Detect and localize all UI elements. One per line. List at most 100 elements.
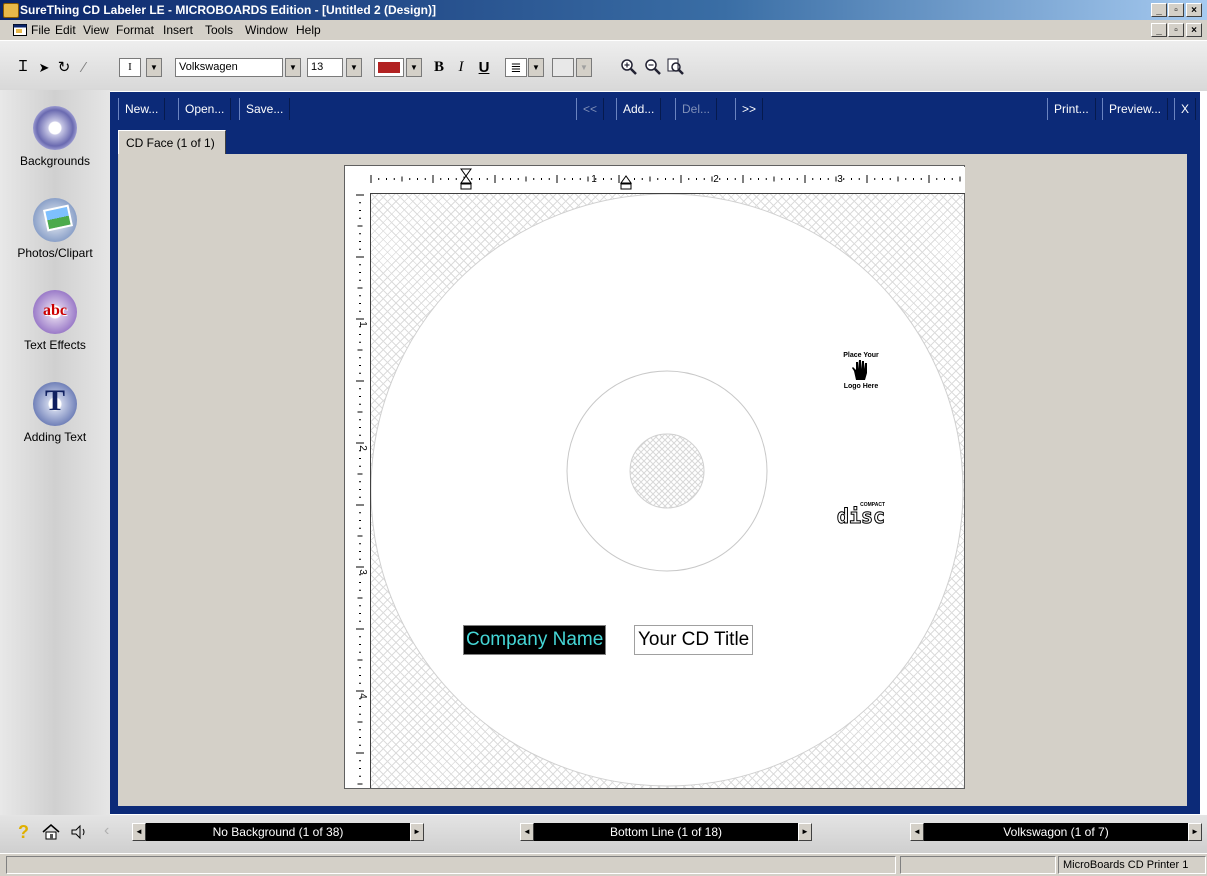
layout-scroller[interactable]: ◄ Bottom Line (1 of 18) ► xyxy=(520,823,812,841)
menu-bar: File Edit View Format Insert Tools Windo… xyxy=(0,20,1207,40)
ruler-label-2: 2 xyxy=(713,174,719,185)
vertical-ruler[interactable]: 1 2 3 4 xyxy=(346,193,371,788)
layout-prev-arrow[interactable]: ◄ xyxy=(520,823,534,841)
photos-clipart-icon xyxy=(33,198,77,242)
disc-text: disc xyxy=(836,504,886,528)
minimize-button[interactable]: _ xyxy=(1151,3,1167,17)
sidebar-item-adding-text[interactable]: T Adding Text xyxy=(0,382,110,444)
background-next-arrow[interactable]: ► xyxy=(410,823,424,841)
back-icon[interactable]: ‹ xyxy=(104,822,109,840)
logo-placeholder[interactable]: Place Your Logo Here xyxy=(826,352,896,390)
print-button[interactable]: Print... xyxy=(1047,98,1096,120)
status-bar: MicroBoards CD Printer 1 xyxy=(0,853,1207,876)
right-indent-marker[interactable] xyxy=(620,175,632,184)
previous-button[interactable]: << xyxy=(576,98,605,120)
background-scroller-label: No Background (1 of 38) xyxy=(146,823,410,841)
background-scroller[interactable]: ◄ No Background (1 of 38) ► xyxy=(132,823,424,841)
vruler-label-4: 4 xyxy=(357,693,368,699)
sidebar-label-text-effects: Text Effects xyxy=(24,338,86,352)
help-icon[interactable]: ? xyxy=(18,822,29,843)
font-next-arrow[interactable]: ► xyxy=(1188,823,1202,841)
underline-button[interactable]: U xyxy=(476,58,492,77)
italic-button[interactable]: I xyxy=(453,58,469,77)
pointer-icon[interactable]: ➤ xyxy=(36,58,52,77)
layout-next-arrow[interactable]: ► xyxy=(798,823,812,841)
spacing-dropdown[interactable]: ▼ xyxy=(576,58,592,77)
close-button[interactable]: × xyxy=(1186,3,1202,17)
rotate-icon[interactable]: ↻ xyxy=(56,58,72,77)
cd-label-canvas[interactable]: Place Your Logo Here COMPACT disc Compan… xyxy=(371,194,964,788)
font-name-dropdown[interactable]: ▼ xyxy=(285,58,301,77)
font-scroller-label: Volkswagon (1 of 7) xyxy=(924,823,1188,841)
document-icon[interactable] xyxy=(13,24,27,36)
menu-format[interactable]: Format xyxy=(116,23,154,37)
sound-icon[interactable] xyxy=(70,824,88,840)
left-indent-marker[interactable] xyxy=(460,168,472,190)
layout-scroller-label: Bottom Line (1 of 18) xyxy=(534,823,798,841)
cd-title-text[interactable]: Your CD Title xyxy=(634,625,754,655)
new-button[interactable]: New... xyxy=(118,98,166,120)
menu-insert[interactable]: Insert xyxy=(163,23,193,37)
logo-bottom-text: Logo Here xyxy=(843,383,879,390)
menu-file[interactable]: File xyxy=(31,23,50,37)
compact-disc-logo[interactable]: COMPACT disc xyxy=(833,502,889,528)
status-info-panel xyxy=(900,856,1056,874)
menu-view[interactable]: View xyxy=(83,23,109,37)
font-name-field[interactable]: Volkswagen xyxy=(175,58,283,77)
zoom-in-icon[interactable] xyxy=(620,58,638,76)
zoom-fit-icon[interactable] xyxy=(667,58,685,76)
save-button[interactable]: Save... xyxy=(239,98,291,120)
cd-disc[interactable] xyxy=(371,194,964,788)
font-prev-arrow[interactable]: ◄ xyxy=(910,823,924,841)
text-tool-icon[interactable]: Ｉ xyxy=(15,58,31,77)
tab-cd-face[interactable]: CD Face (1 of 1) xyxy=(118,130,226,155)
menu-edit[interactable]: Edit xyxy=(55,23,76,37)
vruler-label-1: 1 xyxy=(357,321,368,327)
company-name-text[interactable]: Company Name xyxy=(463,625,607,655)
align-combo[interactable]: ≣ xyxy=(505,58,527,77)
delete-button[interactable]: Del... xyxy=(675,98,718,120)
menu-help[interactable]: Help xyxy=(296,23,321,37)
window-title: SureThing CD Labeler LE - MICROBOARDS Ed… xyxy=(20,3,436,17)
sidebar-item-text-effects[interactable]: abc Text Effects xyxy=(0,290,110,352)
text-color-button[interactable] xyxy=(374,58,404,77)
vruler-label-2: 2 xyxy=(357,445,368,451)
right-indent-base[interactable] xyxy=(620,183,632,190)
app-icon[interactable] xyxy=(3,3,19,18)
horizontal-ruler[interactable]: 1 2 3 xyxy=(369,167,965,194)
background-prev-arrow[interactable]: ◄ xyxy=(132,823,146,841)
font-size-field[interactable]: 13 xyxy=(307,58,343,77)
text-color-dropdown[interactable]: ▼ xyxy=(406,58,422,77)
doc-minimize-button[interactable]: _ xyxy=(1151,23,1167,37)
sidebar: Backgrounds Photos/Clipart abc Text Effe… xyxy=(0,90,110,815)
ruler-label-3: 3 xyxy=(837,174,843,185)
font-scroller[interactable]: ◄ Volkswagon (1 of 7) ► xyxy=(910,823,1202,841)
spacing-combo[interactable] xyxy=(552,58,574,77)
vruler-label-3: 3 xyxy=(357,569,368,575)
hand-icon xyxy=(852,360,867,380)
doc-close-button[interactable]: × xyxy=(1186,23,1202,37)
menu-window[interactable]: Window xyxy=(245,23,288,37)
maximize-button[interactable]: ▫ xyxy=(1168,3,1184,17)
add-button[interactable]: Add... xyxy=(616,98,662,120)
next-button[interactable]: >> xyxy=(735,98,764,120)
open-button[interactable]: Open... xyxy=(178,98,232,120)
home-icon[interactable] xyxy=(42,824,60,840)
close-panel-button[interactable]: X xyxy=(1174,98,1197,120)
align-dropdown[interactable]: ▼ xyxy=(528,58,544,77)
text-color-swatch xyxy=(378,62,400,73)
menu-tools[interactable]: Tools xyxy=(205,23,233,37)
doc-restore-button[interactable]: ▫ xyxy=(1168,23,1184,37)
bold-button[interactable]: B xyxy=(431,58,447,77)
sidebar-label-adding-text: Adding Text xyxy=(23,430,87,444)
zoom-out-icon[interactable] xyxy=(644,58,662,76)
sidebar-item-backgrounds[interactable]: Backgrounds xyxy=(0,106,110,168)
font-size-dropdown[interactable]: ▼ xyxy=(346,58,362,77)
text-style-combo[interactable]: I xyxy=(119,58,141,77)
text-style-dropdown[interactable]: ▼ xyxy=(146,58,162,77)
preview-button[interactable]: Preview... xyxy=(1102,98,1169,120)
adding-text-icon: T xyxy=(33,382,77,426)
sidebar-item-photos-clipart[interactable]: Photos/Clipart xyxy=(0,198,110,260)
eyedropper-icon[interactable]: ⁄ xyxy=(76,58,92,77)
ruler-label-1: 1 xyxy=(591,174,597,185)
